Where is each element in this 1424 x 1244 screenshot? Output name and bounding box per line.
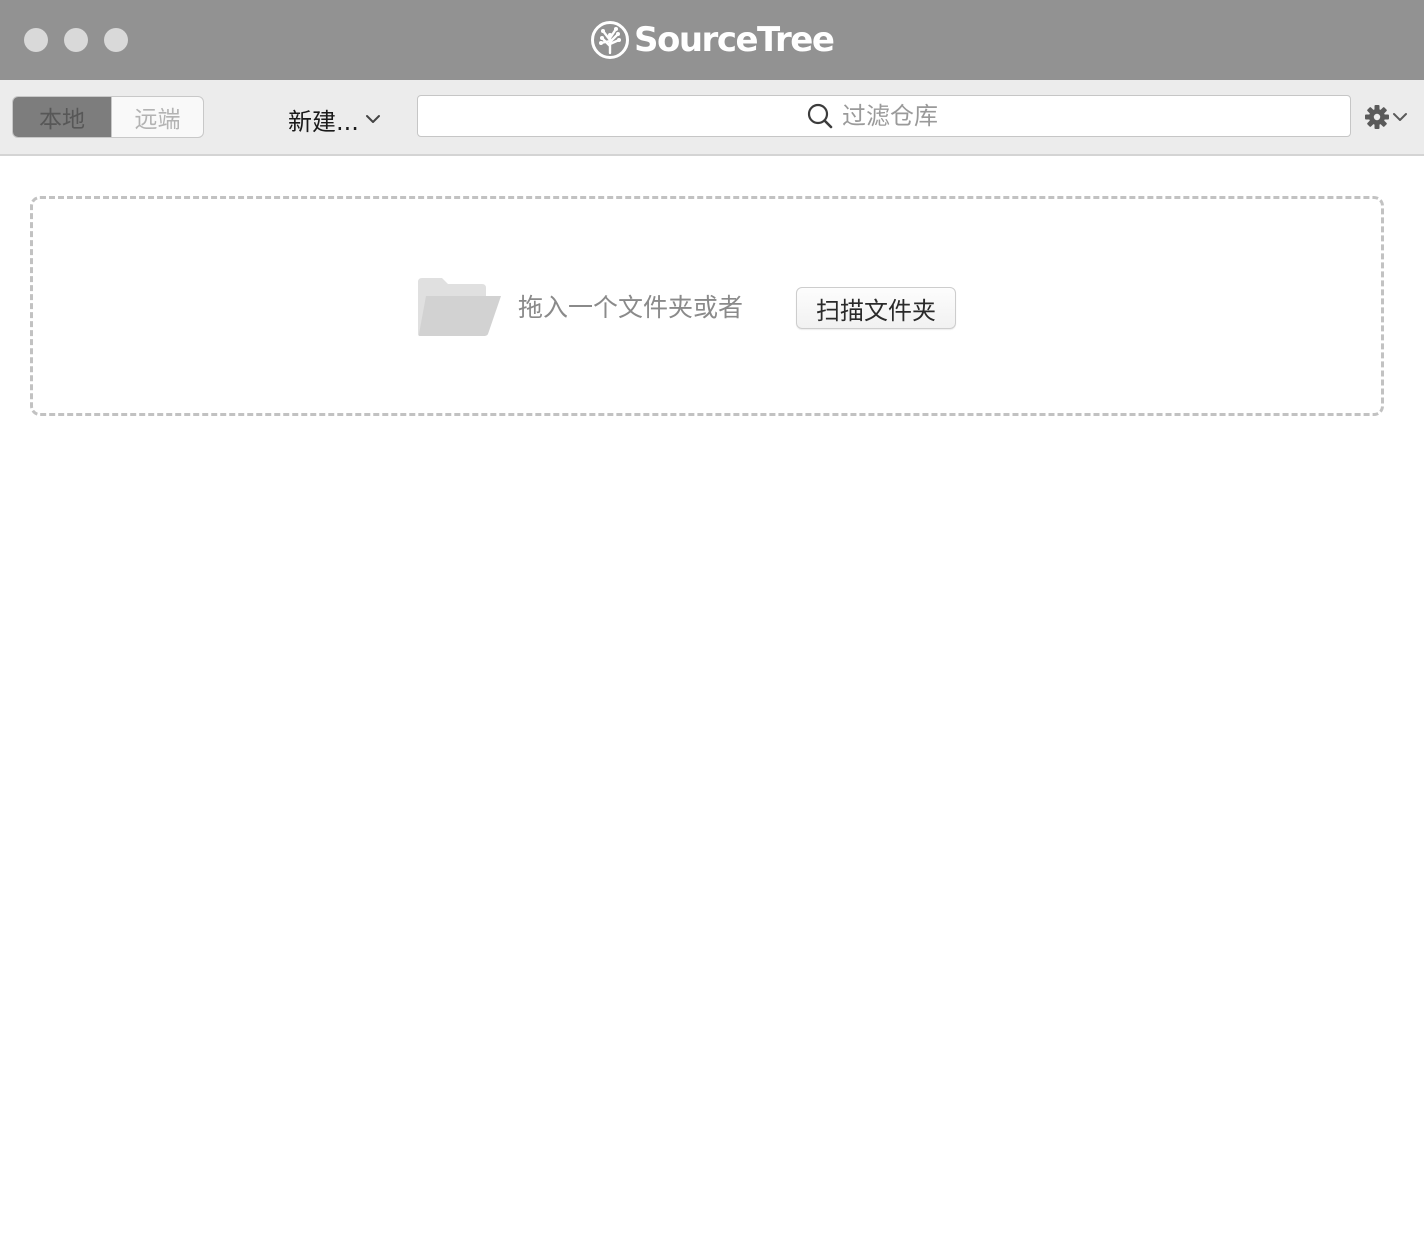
minimize-window-button[interactable] (64, 28, 88, 52)
search-input[interactable] (842, 102, 962, 130)
settings-menu-button[interactable] (1364, 104, 1408, 130)
gear-icon (1365, 105, 1389, 129)
filter-repositories-search[interactable] (417, 95, 1351, 137)
toolbar: 本地 远端 新建... (0, 80, 1424, 156)
drop-hint-text: 拖入一个文件夹或者 (518, 293, 744, 322)
chevron-down-icon (365, 115, 380, 123)
title-bar: SourceTree (0, 0, 1424, 80)
sourcetree-window: SourceTree 本地 远端 新建... 过滤仓库 拖入一个文件夹或者 扫描… (0, 0, 1424, 1244)
close-window-button[interactable] (24, 28, 48, 52)
tab-remote[interactable]: 远端 (111, 97, 203, 137)
scan-folder-button[interactable]: 扫描文件夹 (796, 287, 956, 329)
local-remote-segmented-control: 本地 远端 (12, 96, 204, 138)
folder-icon (418, 278, 501, 336)
new-repository-menu[interactable]: 新建... (288, 100, 381, 138)
app-brand: SourceTree (590, 19, 835, 61)
tab-local[interactable]: 本地 (13, 97, 111, 137)
new-menu-label: 新建... (288, 107, 359, 136)
search-icon (807, 103, 833, 129)
sourcetree-tree-icon (591, 21, 629, 59)
zoom-window-button[interactable] (104, 28, 128, 52)
chevron-down-icon (1393, 113, 1407, 121)
app-title: SourceTree (634, 20, 835, 60)
